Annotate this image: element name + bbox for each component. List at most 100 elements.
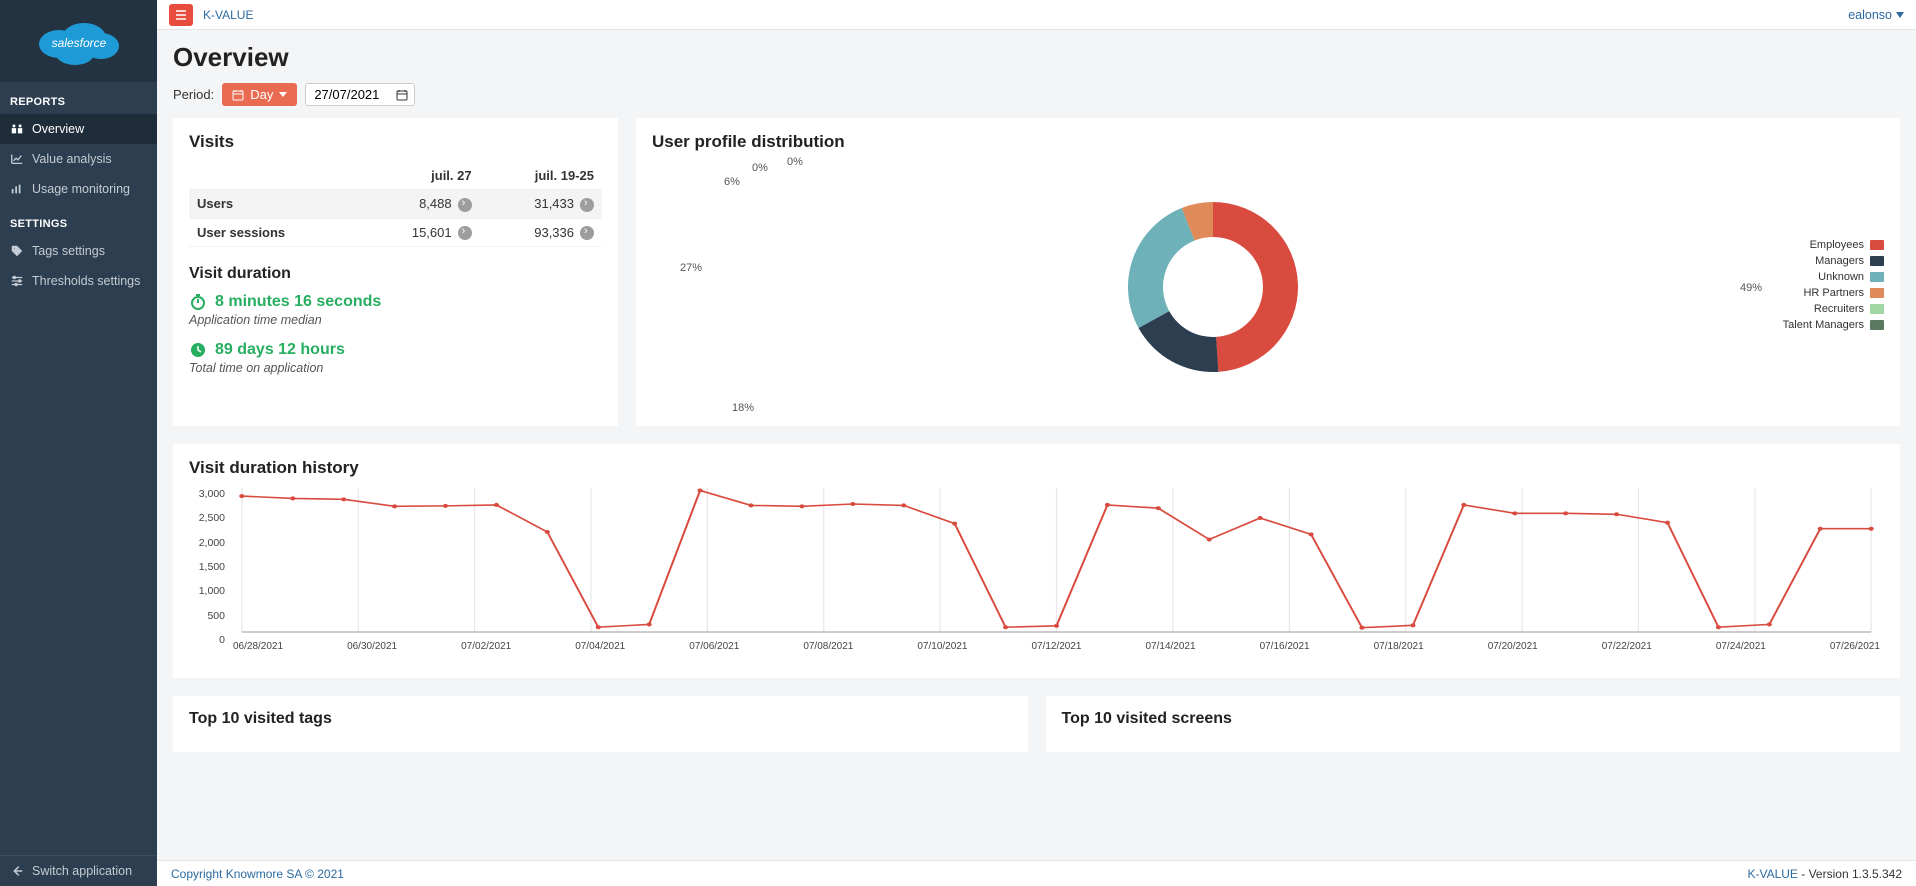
table-row: Users 8,488 31,433 [189,190,602,219]
legend-label: Managers [1815,255,1864,267]
salesforce-logo: salesforce [29,14,129,69]
visits-table: juil. 27 juil. 19-25 Users 8,488 31,433 … [189,162,602,247]
arrow-left-icon [10,864,24,878]
calendar-icon [232,89,244,101]
footer-product-link[interactable]: K-VALUE [1747,867,1797,881]
legend-swatch [1870,272,1884,282]
col-blank [189,162,357,190]
legend-swatch [1870,320,1884,330]
median-value: 8 minutes 16 seconds [215,293,381,311]
user-name: ealonso [1848,8,1892,22]
donut-chart: 49% 18% 27% 6% 0% 0% [652,162,1774,412]
go-icon[interactable] [580,198,594,212]
legend-label: Talent Managers [1783,319,1864,331]
sidebar-item-thresholds-settings[interactable]: Thresholds settings [0,266,157,296]
cell-value: 8,488 [419,196,452,211]
visit-duration-title: Visit duration [189,265,602,283]
pct-label-recruiters: 0% [752,162,768,174]
y-axis-title: Hours [157,533,160,568]
chart-line-icon [10,152,24,166]
go-icon[interactable] [580,226,594,240]
line-chart [229,488,1884,636]
visits-title: Visits [189,132,602,152]
row-label: User sessions [197,225,285,240]
go-icon[interactable] [458,198,472,212]
pct-label-unknown: 27% [680,262,702,274]
sidebar-item-overview[interactable]: Overview [0,114,157,144]
period-row: Period: Day [173,83,1900,106]
visits-card: Visits juil. 27 juil. 19-25 Users 8,488 … [173,118,618,426]
total-metric: 89 days 12 hours [189,341,602,359]
chart-bar-icon [10,182,24,196]
day-button-label: Day [250,87,273,102]
x-ticks: 06/28/202106/30/202107/02/202107/04/2021… [229,641,1884,652]
user-menu[interactable]: ealonso [1848,8,1904,22]
page-title: Overview [173,42,1900,73]
cell-value: 31,433 [534,196,574,211]
visit-duration-section: Visit duration 8 minutes 16 seconds Appl… [189,265,602,375]
legend-swatch [1870,240,1884,250]
go-icon[interactable] [458,226,472,240]
legend-row[interactable]: Managers [1774,255,1884,267]
legend-label: HR Partners [1803,287,1864,299]
legend-label: Recruiters [1814,303,1864,315]
legend-swatch [1870,256,1884,266]
col-2: juil. 19-25 [480,162,602,190]
stopwatch-icon [189,293,207,311]
legend-row[interactable]: Talent Managers [1774,319,1884,331]
profile-dist-title: User profile distribution [652,132,1884,152]
legend-swatch [1870,304,1884,314]
sidebar-item-value-analysis[interactable]: Value analysis [0,144,157,174]
period-date-input[interactable] [305,83,415,106]
table-row: User sessions 15,601 93,336 [189,218,602,247]
footer: Copyright Knowmore SA © 2021 K-VALUE - V… [157,860,1916,886]
total-value: 89 days 12 hours [215,341,345,359]
legend-row[interactable]: Recruiters [1774,303,1884,315]
legend-swatch [1870,288,1884,298]
pct-label-hrpartners: 6% [724,176,740,188]
col-1: juil. 27 [357,162,479,190]
nav-label: Tags settings [32,244,105,258]
nav-label: Value analysis [32,152,112,166]
donut-legend: Employees Managers Unknown HR Partners Recru… [1774,239,1884,335]
median-metric: 8 minutes 16 seconds [189,293,602,311]
nav-label: Overview [32,122,84,136]
legend-label: Employees [1810,239,1864,251]
cell-value: 15,601 [412,225,452,240]
sliders-icon [10,274,24,288]
legend-row[interactable]: Unknown [1774,271,1884,283]
legend-label: Unknown [1818,271,1864,283]
content-scroll[interactable]: Overview Period: Day Visits [157,30,1916,860]
main: K-VALUE ealonso Overview Period: Day [157,0,1916,886]
cell-value: 93,336 [534,225,574,240]
period-day-button[interactable]: Day [222,83,297,106]
logo-area: salesforce [0,0,157,82]
svg-text:salesforce: salesforce [51,36,106,50]
sidebar-item-switch-application[interactable]: Switch application [0,856,157,886]
hamburger-button[interactable] [169,4,193,26]
top-tags-card: Top 10 visited tags [173,696,1028,752]
profile-distribution-card: User profile distribution 49% 18% 27% 6%… [636,118,1900,426]
top-screens-title: Top 10 visited screens [1062,710,1885,728]
binoculars-icon [10,122,24,136]
legend-row[interactable]: Employees [1774,239,1884,251]
row-label: Users [197,196,233,211]
top-tags-title: Top 10 visited tags [189,710,1012,728]
nav-label: Usage monitoring [32,182,130,196]
sidebar-item-usage-monitoring[interactable]: Usage monitoring [0,174,157,204]
y-ticks: 3,0002,5002,0001,5001,0005000 [195,488,225,646]
sidebar-item-tags-settings[interactable]: Tags settings [0,236,157,266]
tag-icon [10,244,24,258]
pct-label-employees: 49% [1740,282,1762,294]
nav-label: Thresholds settings [32,274,140,288]
sidebar: salesforce REPORTS Overview Value analys… [0,0,157,886]
footer-copyright: Copyright Knowmore SA © 2021 [171,867,344,881]
visit-history-card: Visit duration history Hours 3,0002,5002… [173,444,1900,678]
period-label: Period: [173,87,214,102]
total-sub: Total time on application [189,361,602,375]
top-screens-card: Top 10 visited screens [1046,696,1901,752]
nav-section-settings: SETTINGS [0,204,157,236]
hamburger-icon [175,10,187,20]
legend-row[interactable]: HR Partners [1774,287,1884,299]
brand-link[interactable]: K-VALUE [203,8,253,22]
